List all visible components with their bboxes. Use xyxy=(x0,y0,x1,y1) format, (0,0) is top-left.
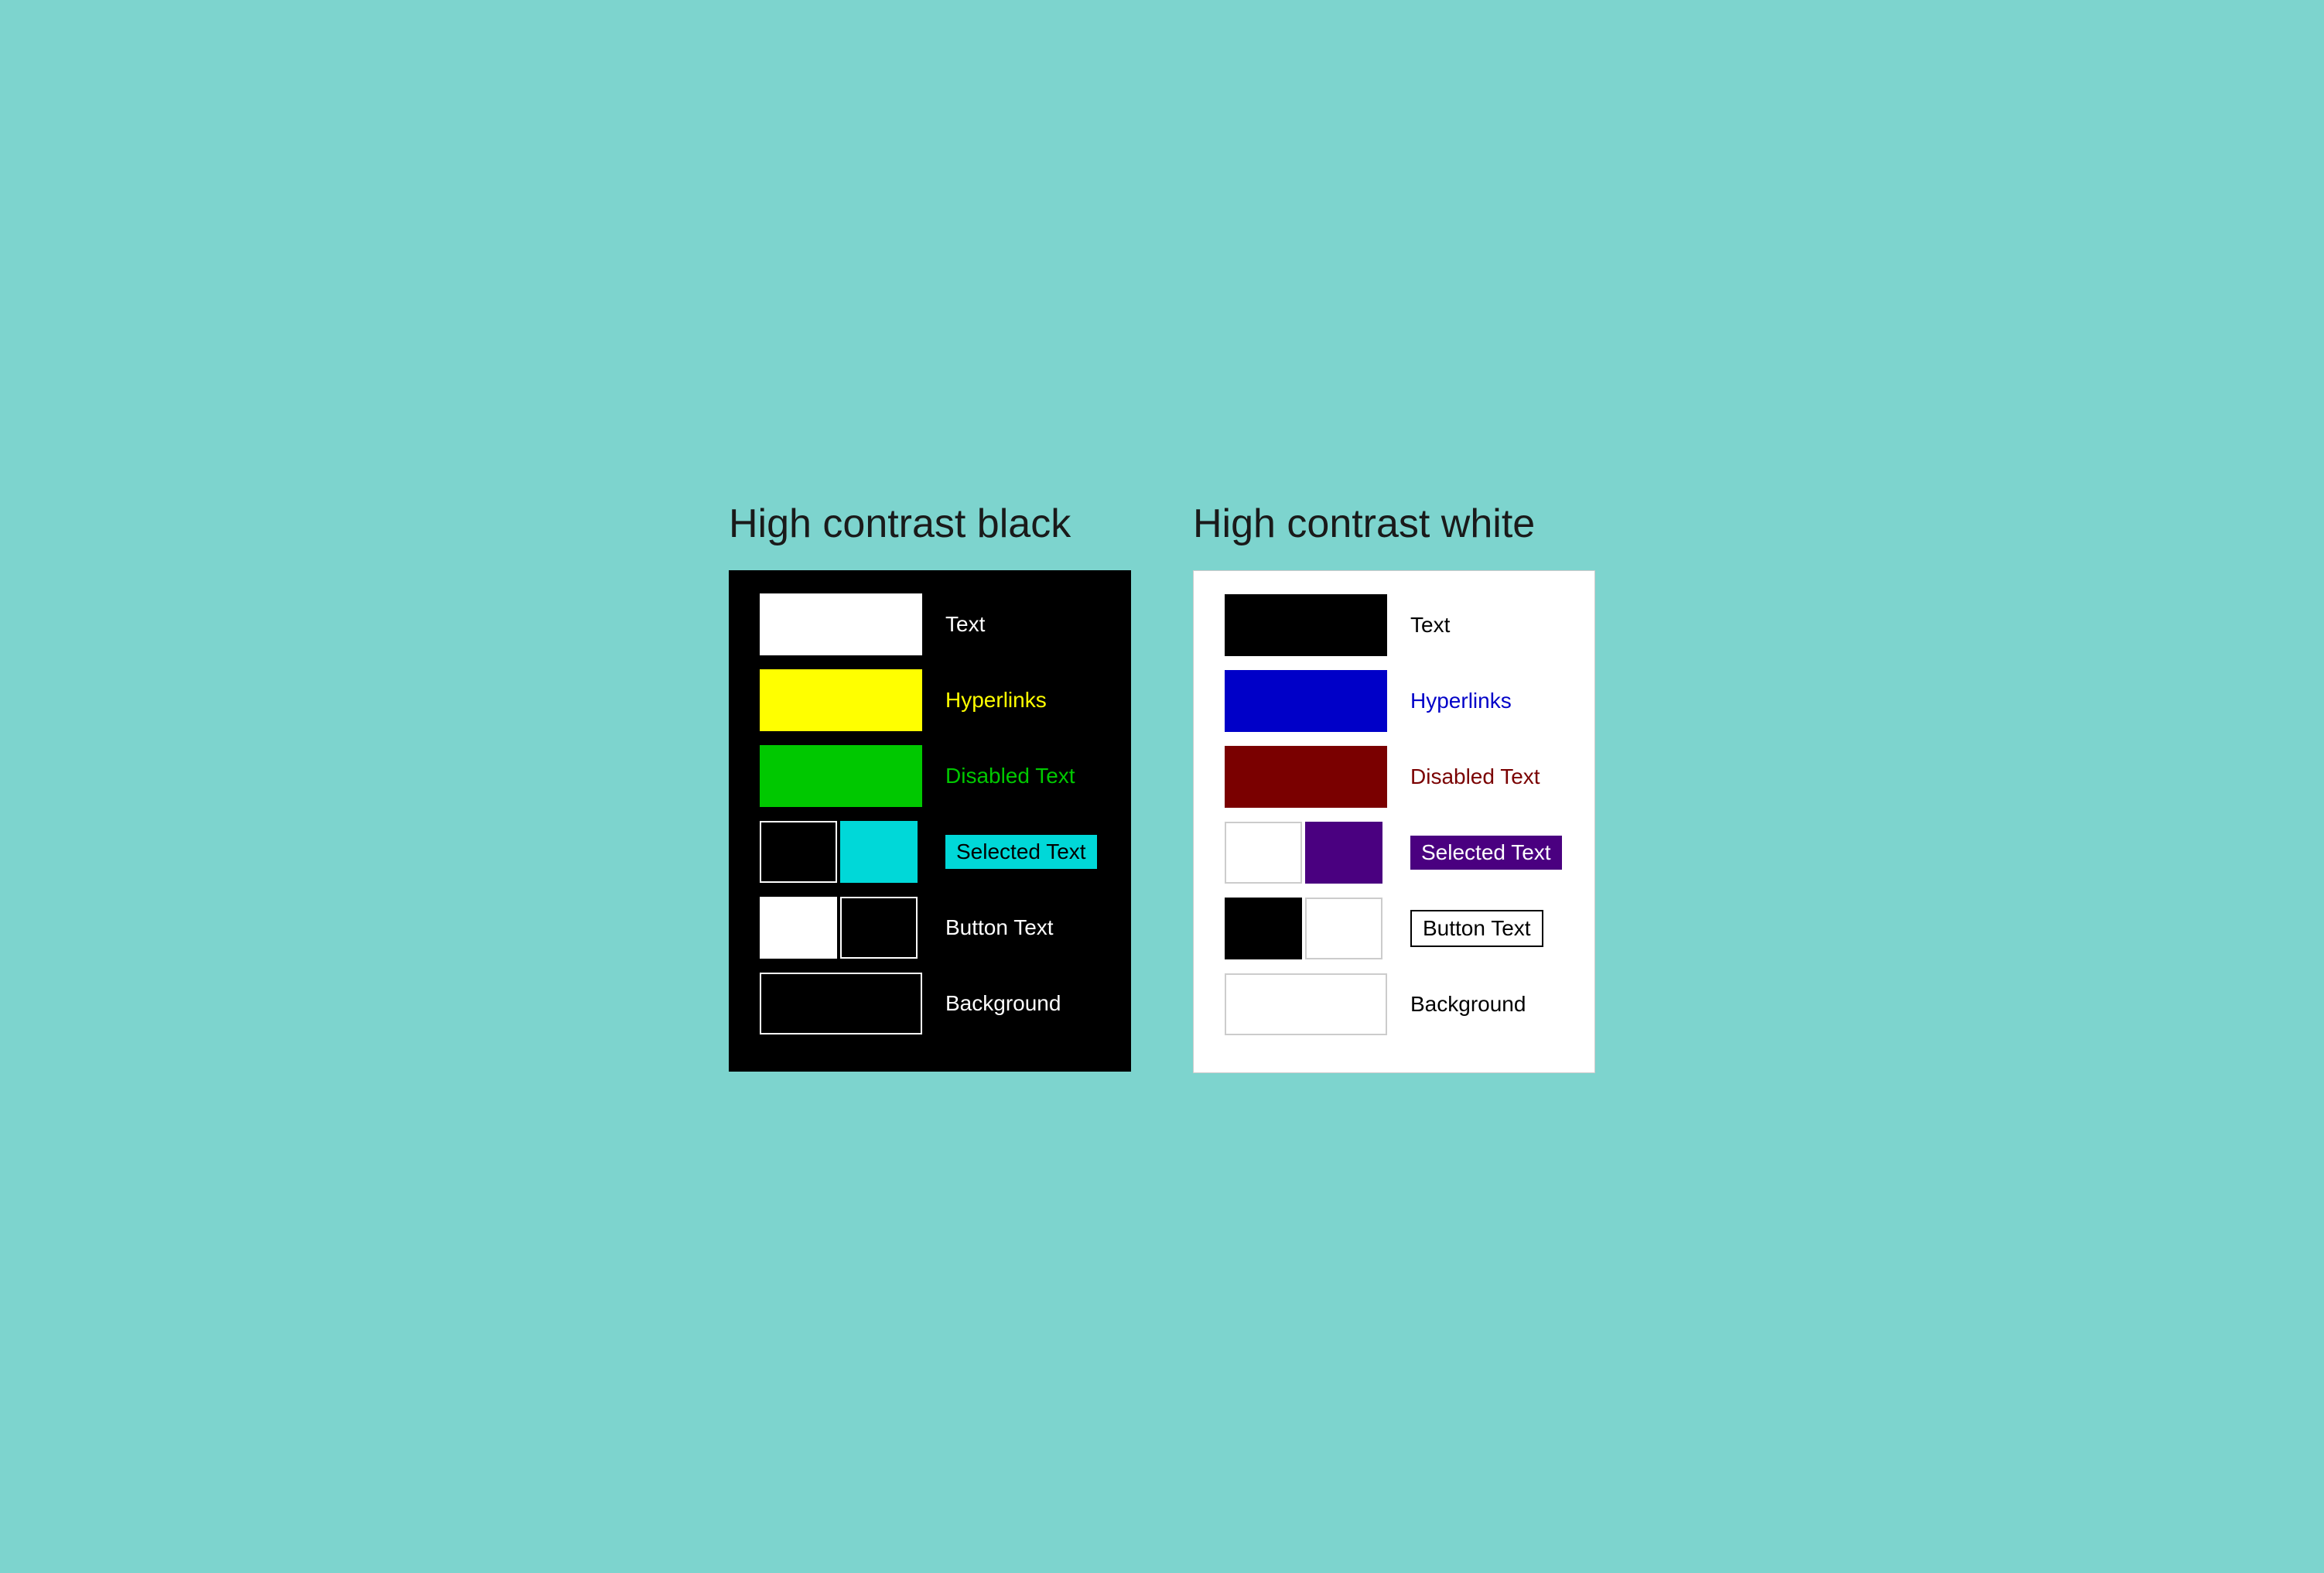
hc-white-panel: Text Hyperlinks Disabled Text Selected T… xyxy=(1193,570,1595,1073)
hc-white-title: High contrast white xyxy=(1193,501,1535,547)
hc-black-text-label: Text xyxy=(945,612,985,637)
hc-black-background-swatch xyxy=(760,973,922,1034)
hc-white-hyperlinks-label: Hyperlinks xyxy=(1410,689,1512,713)
hc-white-section: High contrast white Text Hyperlinks Disa… xyxy=(1193,501,1595,1073)
hc-black-button-row: Button Text xyxy=(760,897,1100,959)
hc-black-disabled-swatch xyxy=(760,745,922,807)
hc-black-hyperlinks-row: Hyperlinks xyxy=(760,669,1100,731)
hc-black-button-swatch1 xyxy=(760,897,837,959)
hc-white-selected-swatch1 xyxy=(1225,822,1302,884)
hc-white-hyperlinks-row: Hyperlinks xyxy=(1225,670,1564,732)
hc-white-selected-row: Selected Text xyxy=(1225,822,1564,884)
hc-black-background-label: Background xyxy=(945,991,1061,1016)
hc-white-disabled-row: Disabled Text xyxy=(1225,746,1564,808)
hc-black-disabled-row: Disabled Text xyxy=(760,745,1100,807)
hc-white-button-label: Button Text xyxy=(1410,910,1543,947)
hc-black-selected-swatch1 xyxy=(760,821,837,883)
hc-white-disabled-label: Disabled Text xyxy=(1410,764,1540,789)
hc-black-button-label: Button Text xyxy=(945,915,1054,940)
hc-black-hyperlinks-swatch xyxy=(760,669,922,731)
hc-white-text-label: Text xyxy=(1410,613,1450,638)
hc-black-text-row: Text xyxy=(760,593,1100,655)
hc-black-hyperlinks-label: Hyperlinks xyxy=(945,688,1047,713)
hc-black-text-swatch xyxy=(760,593,922,655)
hc-white-background-row: Background xyxy=(1225,973,1564,1035)
hc-white-selected-swatches xyxy=(1225,822,1387,884)
hc-white-background-label: Background xyxy=(1410,992,1526,1017)
hc-white-button-swatch1 xyxy=(1225,898,1302,959)
hc-white-text-row: Text xyxy=(1225,594,1564,656)
hc-black-button-swatch2 xyxy=(840,897,918,959)
hc-white-hyperlinks-swatch xyxy=(1225,670,1387,732)
hc-black-section: High contrast black Text Hyperlinks Disa… xyxy=(729,501,1131,1072)
hc-black-disabled-label: Disabled Text xyxy=(945,764,1075,788)
hc-white-background-swatch xyxy=(1225,973,1387,1035)
hc-black-panel: Text Hyperlinks Disabled Text Selected T… xyxy=(729,570,1131,1072)
hc-white-selected-swatch2 xyxy=(1305,822,1382,884)
page-container: High contrast black Text Hyperlinks Disa… xyxy=(620,501,1704,1073)
hc-black-selected-swatch2 xyxy=(840,821,918,883)
hc-black-title: High contrast black xyxy=(729,501,1071,547)
hc-black-background-row: Background xyxy=(760,973,1100,1034)
hc-white-disabled-swatch xyxy=(1225,746,1387,808)
hc-black-selected-row: Selected Text xyxy=(760,821,1100,883)
hc-black-selected-swatches xyxy=(760,821,922,883)
hc-white-button-swatch2 xyxy=(1305,898,1382,959)
hc-black-selected-badge: Selected Text xyxy=(945,835,1097,869)
hc-white-text-swatch xyxy=(1225,594,1387,656)
hc-white-button-row: Button Text xyxy=(1225,898,1564,959)
hc-white-selected-badge: Selected Text xyxy=(1410,836,1562,870)
hc-black-button-swatches xyxy=(760,897,922,959)
hc-white-button-swatches xyxy=(1225,898,1387,959)
